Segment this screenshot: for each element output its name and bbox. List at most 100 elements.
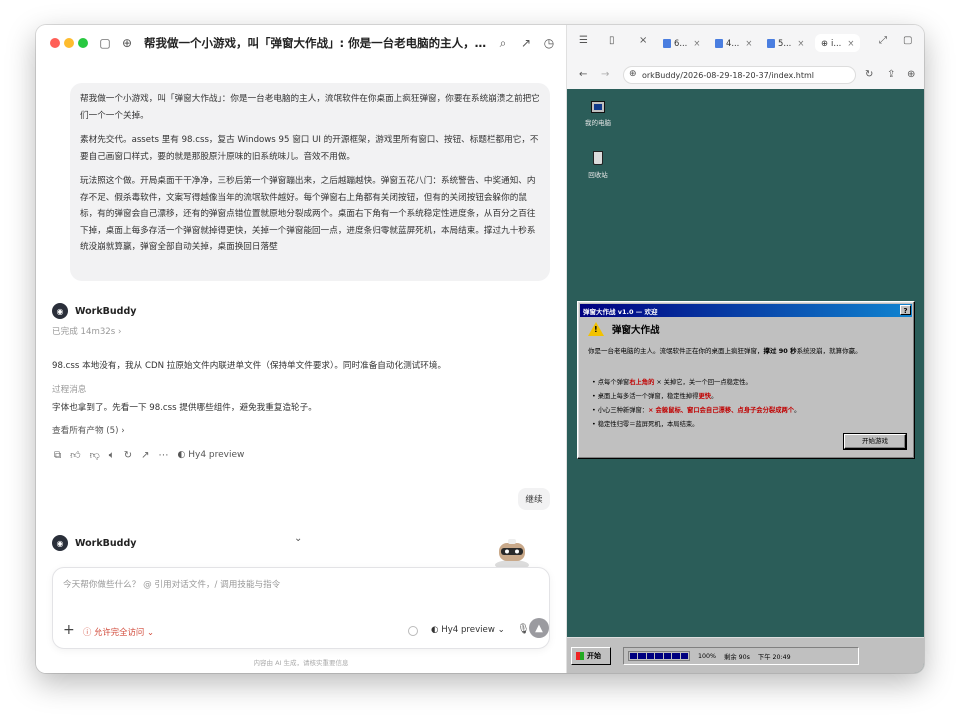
app-window: ▢ ⊕ 帮我做一个小游戏，叫「弹窗大作战」: 你是一台老电脑的主人，流氓软...…	[36, 25, 924, 673]
user-continue-message: 继续	[518, 488, 550, 510]
back-icon[interactable]: ←	[579, 69, 587, 80]
start-button[interactable]: 开始	[571, 647, 611, 665]
rule-text-end: 。	[711, 393, 718, 400]
agent-name: WorkBuddy	[75, 305, 137, 317]
intro-emphasis: 撑过 90 秒	[763, 347, 797, 355]
minimize-window-button[interactable]	[64, 38, 74, 48]
agent-avatar-icon: ◉	[52, 303, 68, 319]
blank-tab-icon[interactable]: ▯	[609, 35, 615, 46]
rule-text: 点每个弹窗	[597, 379, 630, 386]
artifacts-link[interactable]: 查看所有产物 (5) ›	[52, 424, 125, 436]
process-message: 字体也拿到了。先看一下 98.css 提供哪些组件，避免我重复造轮子。	[52, 403, 317, 413]
dialog-titlebar: 弹窗大作战 v1.0 — 欢迎 ?	[580, 304, 912, 317]
chat-titlebar: ▢ ⊕ 帮我做一个小游戏，叫「弹窗大作战」: 你是一台老电脑的主人，流氓软...…	[36, 25, 566, 61]
forward-icon[interactable]: →	[601, 69, 609, 80]
chevron-right-icon: ›	[117, 327, 122, 337]
agent-header: ◉ WorkBuddy	[52, 303, 136, 319]
close-window-button[interactable]	[50, 38, 60, 48]
agent-message: 98.css 本地没有，我从 CDN 拉原始文件内联进单文件（保持单文件要求）。…	[52, 361, 447, 371]
composer-input[interactable]: 今天帮你做些什么？ @ 引用对话文件，/ 调用技能与指令	[63, 578, 280, 590]
tab-label: 4...	[726, 38, 740, 48]
thumbs-down-icon[interactable]: 👎︎	[90, 449, 100, 461]
game-desktop: 我的电脑 回收站 弹窗大作战 v1.0 — 欢迎 ? ! 弹窗大作战 你是一台老…	[567, 89, 924, 673]
help-button[interactable]: ?	[900, 305, 911, 315]
url-text: orkBuddy/2026-08-29-18-20-37/index.html	[642, 70, 814, 80]
clock: 下午 20:49	[757, 653, 791, 661]
progress-segment	[672, 653, 680, 659]
close-tab-icon[interactable]: ×	[693, 38, 700, 48]
my-computer-desktop-icon[interactable]: 我的电脑	[573, 101, 623, 127]
warning-icon: !	[588, 322, 604, 336]
rule-text: 桌面上每多活一个弹窗，稳定性掉得	[597, 393, 699, 400]
share-icon[interactable]: ↗	[141, 450, 149, 461]
send-button[interactable]: ▲	[529, 618, 549, 638]
zoom-window-button[interactable]	[78, 38, 88, 48]
expand-icon[interactable]: ⤢	[879, 35, 887, 46]
close-tab-icon[interactable]: ×	[745, 38, 752, 48]
thumbs-up-icon[interactable]: 👍︎	[70, 449, 80, 461]
reload-icon[interactable]: ↻	[865, 69, 873, 80]
new-chat-icon[interactable]: ⊕	[118, 34, 136, 52]
close-tab-icon[interactable]: ×	[847, 38, 854, 48]
desktop-icon-label: 回收站	[588, 171, 608, 179]
menu-icon[interactable]: ☰	[579, 35, 588, 46]
recycle-bin-icon	[593, 151, 603, 165]
computer-icon	[591, 101, 605, 113]
microphone-icon[interactable]: 🎙︎	[517, 624, 530, 635]
regenerate-icon[interactable]: ↻	[124, 450, 132, 461]
progress-segment	[638, 653, 646, 659]
document-icon	[767, 38, 775, 48]
dialog-heading-text: 弹窗大作战	[612, 325, 660, 336]
rule-item: 小心三种新弹窗：× 会躲鼠标、窗口会自己漂移、点身子会分裂成两个。	[592, 404, 906, 418]
start-game-button[interactable]: 开始游戏	[843, 433, 907, 450]
address-bar[interactable]: ⊕ orkBuddy/2026-08-29-18-20-37/index.htm…	[623, 66, 856, 84]
document-icon	[663, 38, 671, 48]
recycle-bin-desktop-icon[interactable]: 回收站	[573, 151, 623, 179]
history-icon[interactable]: ◷	[540, 34, 558, 52]
share-icon[interactable]: ⇪	[887, 69, 895, 80]
user-message: 帮我做一个小游戏，叫「弹窗大作战」：你是一台老电脑的主人，流氓软件在你桌面上疯狂…	[70, 83, 550, 281]
search-icon[interactable]: ⌕	[494, 34, 512, 52]
completed-status[interactable]: 已完成 14m32s ›	[52, 325, 121, 337]
message-actions: ⧉ 👍︎ 👎︎ 🔈︎ ↻ ↗ ⋯ ◐ Hy4 preview	[54, 449, 245, 462]
more-icon[interactable]: ⋯	[159, 450, 169, 461]
browser-tab[interactable]: 6... ×	[663, 34, 700, 52]
intro-text-end: 系统没崩，就算你赢。	[796, 347, 862, 355]
sidebar-toggle-icon[interactable]: ▢	[96, 34, 114, 52]
speaker-icon[interactable]: 🔈︎	[109, 450, 115, 461]
rule-text-end: 。	[794, 407, 801, 414]
browser-tab-active[interactable]: ⊕ i... ×	[815, 34, 861, 52]
rule-text-end: × 关掉它，关一个回一点稳定性。	[654, 379, 752, 386]
dialog-intro: 你是一台老电脑的主人。流氓软件正在你的桌面上疯狂弹窗，撑过 90 秒系统没崩，就…	[588, 346, 906, 356]
dialog-title: 弹窗大作战 v1.0 — 欢迎	[583, 307, 658, 316]
browser-tab[interactable]: 5... ×	[767, 34, 804, 52]
add-attachment-icon[interactable]: +	[63, 622, 75, 638]
welcome-dialog: 弹窗大作战 v1.0 — 欢迎 ? ! 弹窗大作战 你是一台老电脑的主人。流氓软…	[577, 301, 915, 459]
progress-segment	[680, 653, 688, 659]
progress-segment	[655, 653, 663, 659]
access-dropdown[interactable]: ⓘ 允许完全访问 ⌄	[83, 626, 154, 638]
model-selector-label: Hy4 preview	[441, 625, 495, 635]
share-icon[interactable]: ↗	[517, 34, 535, 52]
scroll-down-chevron-icon[interactable]: ⌄	[294, 533, 302, 544]
stability-progress-bar	[628, 651, 690, 661]
close-tab-icon[interactable]: ×	[797, 38, 804, 48]
agent-header-2: ◉ WorkBuddy	[52, 535, 136, 551]
rules-list: 点每个弹窗右上角的 × 关掉它，关一个回一点稳定性。 桌面上每多活一个弹窗，稳定…	[592, 376, 906, 432]
model-tag: ◐ Hy4 preview	[177, 450, 245, 460]
progress-segment	[663, 653, 672, 659]
close-tab-icon[interactable]: ×	[639, 35, 647, 46]
browser-tab[interactable]: 4... ×	[715, 34, 752, 52]
panel-icon[interactable]: ▢	[903, 35, 912, 46]
rule-highlight: 更快	[698, 393, 712, 400]
model-selector[interactable]: ◐ Hy4 preview ⌄	[431, 625, 505, 635]
copy-icon[interactable]: ⧉	[54, 450, 61, 461]
user-message-paragraph: 玩法照这个做。开局桌面干干净净，三秒后第一个弹窗蹦出来，之后越蹦越快。弹窗五花八…	[80, 176, 536, 252]
rule-item: 桌面上每多活一个弹窗，稳定性掉得更快。	[592, 390, 906, 404]
artifacts-label: 查看所有产物 (5)	[52, 426, 119, 436]
globe-icon[interactable]: ⊕	[907, 69, 915, 80]
stability-percent: 100%	[698, 652, 717, 660]
taskbar: 开始 100% 剩余 90s 下午 20:49	[567, 637, 924, 673]
chat-pane: ▢ ⊕ 帮我做一个小游戏，叫「弹窗大作战」: 你是一台老电脑的主人，流氓软...…	[36, 25, 566, 673]
chevron-right-icon: ›	[121, 426, 125, 436]
